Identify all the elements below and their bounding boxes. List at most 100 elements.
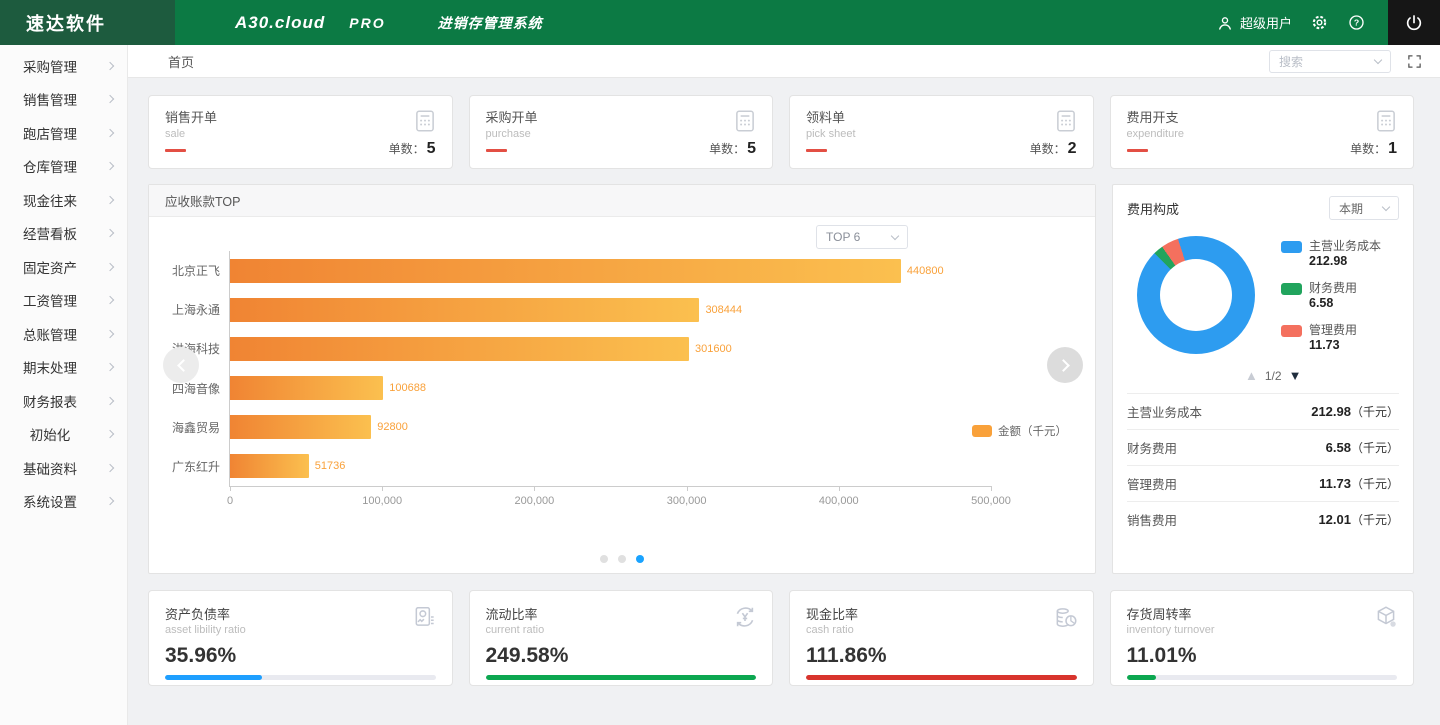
expense-list-row: 管理费用11.73（千元） — [1127, 465, 1399, 501]
gear-icon[interactable] — [1310, 13, 1329, 32]
calculator-icon — [412, 108, 438, 134]
sidebar-item-6[interactable]: 经营看板 — [0, 217, 127, 251]
header-actions: 超级用户 ? — [1216, 13, 1366, 32]
sidebar-item-2[interactable]: 销售管理 — [0, 83, 127, 117]
chevron-right-icon — [106, 296, 114, 304]
bar-value-label: 308444 — [705, 304, 742, 316]
ratio-card-subtitle: inventory turnover — [1127, 624, 1398, 636]
ratio-card-title: 现金比率 — [806, 604, 1077, 623]
main-area: 首页 搜索 销售开单sale单数：5采购开单purchase单数：5领料单pic… — [128, 45, 1440, 725]
chevron-right-icon — [106, 263, 114, 271]
stat-cards-row: 销售开单sale单数：5采购开单purchase单数：5领料单pick shee… — [148, 95, 1414, 169]
expense-item-name: 销售费用 — [1127, 510, 1177, 529]
ratio-cards-row: 资产负债率asset libility ratio35.96%流动比率curre… — [148, 590, 1414, 686]
sidebar-item-4[interactable]: 仓库管理 — [0, 150, 127, 184]
bar-category-label: 海鑫贸易 — [172, 419, 220, 436]
carousel-next-button[interactable] — [1047, 347, 1083, 383]
sidebar-item-10[interactable]: 期末处理 — [0, 351, 127, 385]
help-icon[interactable]: ? — [1347, 13, 1366, 32]
bar-value-label: 92800 — [377, 421, 408, 433]
sidebar-item-label: 现金往来 — [22, 190, 78, 210]
sidebar: 采购管理销售管理跑店管理仓库管理现金往来经营看板固定资产工资管理总账管理期末处理… — [0, 45, 128, 725]
expense-value-number: 12.01 — [1318, 512, 1351, 527]
donut-legend-item[interactable]: 管理费用11.73 — [1281, 323, 1381, 352]
sidebar-item-1[interactable]: 采购管理 — [0, 49, 127, 83]
stat-count-label: 单数： — [1030, 142, 1066, 156]
top-filter-select[interactable]: TOP 6 — [816, 225, 908, 249]
expense-item-value: 6.58（千元） — [1326, 439, 1399, 457]
pager-down-icon[interactable]: ▼ — [1289, 368, 1302, 383]
expense-value-number: 212.98 — [1311, 404, 1351, 419]
x-axis-tick-label: 500,000 — [971, 495, 1011, 507]
ratio-card-value: 35.96% — [165, 644, 436, 668]
ratio-card-subtitle: asset libility ratio — [165, 624, 436, 636]
carousel-dot-3[interactable] — [636, 555, 644, 563]
bar[interactable] — [230, 337, 689, 361]
bar-chart-row: 海鑫贸易92800 — [230, 408, 991, 447]
stat-card-accent-dash — [1127, 149, 1148, 152]
sidebar-item-label: 财务报表 — [22, 391, 78, 411]
stat-card-accent-dash — [806, 149, 827, 152]
sidebar-item-12[interactable]: 初始化 — [0, 418, 127, 452]
legend-swatch — [972, 425, 992, 437]
legend-item-value: 212.98 — [1309, 254, 1381, 268]
bar-chart-legend[interactable]: 金额（千元） — [972, 423, 1067, 439]
ratio-card-title: 流动比率 — [486, 604, 757, 623]
bar[interactable] — [230, 298, 699, 322]
ratio-card-subtitle: cash ratio — [806, 624, 1077, 636]
expense-title: 费用构成 — [1127, 199, 1179, 218]
product-edition: PRO — [349, 15, 385, 31]
sidebar-item-7[interactable]: 固定资产 — [0, 250, 127, 284]
pager-up-icon[interactable]: ▲ — [1245, 368, 1258, 383]
sidebar-item-8[interactable]: 工资管理 — [0, 284, 127, 318]
chevron-right-icon — [106, 162, 114, 170]
user-icon[interactable] — [1216, 14, 1234, 32]
fullscreen-icon[interactable] — [1407, 54, 1422, 69]
chevron-right-icon — [106, 95, 114, 103]
bar[interactable] — [230, 259, 901, 283]
sidebar-item-label: 固定资产 — [22, 257, 78, 277]
donut-legend-item[interactable]: 财务费用6.58 — [1281, 281, 1381, 310]
bar-category-label: 北京正飞 — [172, 262, 220, 279]
legend-pager: ▲ 1/2 ▼ — [1113, 368, 1413, 383]
bar-chart-row: 北京正飞440800 — [230, 251, 991, 290]
x-axis-tick-mark — [839, 486, 840, 491]
expense-item-name: 管理费用 — [1127, 474, 1177, 493]
sidebar-item-14[interactable]: 系统设置 — [0, 485, 127, 519]
logout-button[interactable] — [1388, 0, 1440, 45]
sidebar-item-label: 采购管理 — [22, 56, 78, 76]
progress-track — [806, 675, 1077, 680]
stat-card-title: 领料单 — [806, 107, 1077, 126]
bar[interactable] — [230, 376, 383, 400]
app-logo[interactable]: 速达软件 — [0, 0, 175, 45]
breadcrumb-home-tab[interactable]: 首页 — [168, 52, 194, 71]
carousel-dot-2[interactable] — [618, 555, 626, 563]
carousel-prev-button[interactable] — [163, 347, 199, 383]
sidebar-item-11[interactable]: 财务报表 — [0, 384, 127, 418]
sidebar-item-9[interactable]: 总账管理 — [0, 317, 127, 351]
sidebar-item-5[interactable]: 现金往来 — [0, 183, 127, 217]
sidebar-item-label: 总账管理 — [22, 324, 78, 344]
sidebar-item-label: 工资管理 — [22, 290, 78, 310]
sidebar-item-13[interactable]: 基础资料 — [0, 451, 127, 485]
bar[interactable] — [230, 415, 371, 439]
carousel-dot-1[interactable] — [600, 555, 608, 563]
progress-track — [486, 675, 757, 680]
period-select[interactable]: 本期 — [1329, 196, 1399, 220]
breadcrumb-bar: 首页 搜索 — [128, 45, 1440, 78]
x-axis-tick-mark — [991, 486, 992, 491]
search-input[interactable]: 搜索 — [1269, 50, 1391, 73]
legend-item-value: 11.73 — [1309, 338, 1357, 352]
expense-value-unit: （千元） — [1351, 405, 1399, 419]
ratio-card-value: 249.58% — [486, 644, 757, 668]
chevron-right-icon — [106, 330, 114, 338]
current-user[interactable]: 超级用户 — [1240, 13, 1292, 32]
bar[interactable] — [230, 454, 309, 478]
bar-chart-plot: 北京正飞440800上海永通308444洪海科技301600四海音像100688… — [229, 251, 991, 487]
expense-value-unit: （千元） — [1351, 441, 1399, 455]
expense-list: 主营业务成本212.98（千元）财务费用6.58（千元）管理费用11.73（千元… — [1127, 393, 1399, 537]
bar-chart-row: 洪海科技301600 — [230, 329, 991, 368]
chevron-right-icon — [106, 497, 114, 505]
donut-legend-item[interactable]: 主营业务成本212.98 — [1281, 239, 1381, 268]
sidebar-item-3[interactable]: 跑店管理 — [0, 116, 127, 150]
